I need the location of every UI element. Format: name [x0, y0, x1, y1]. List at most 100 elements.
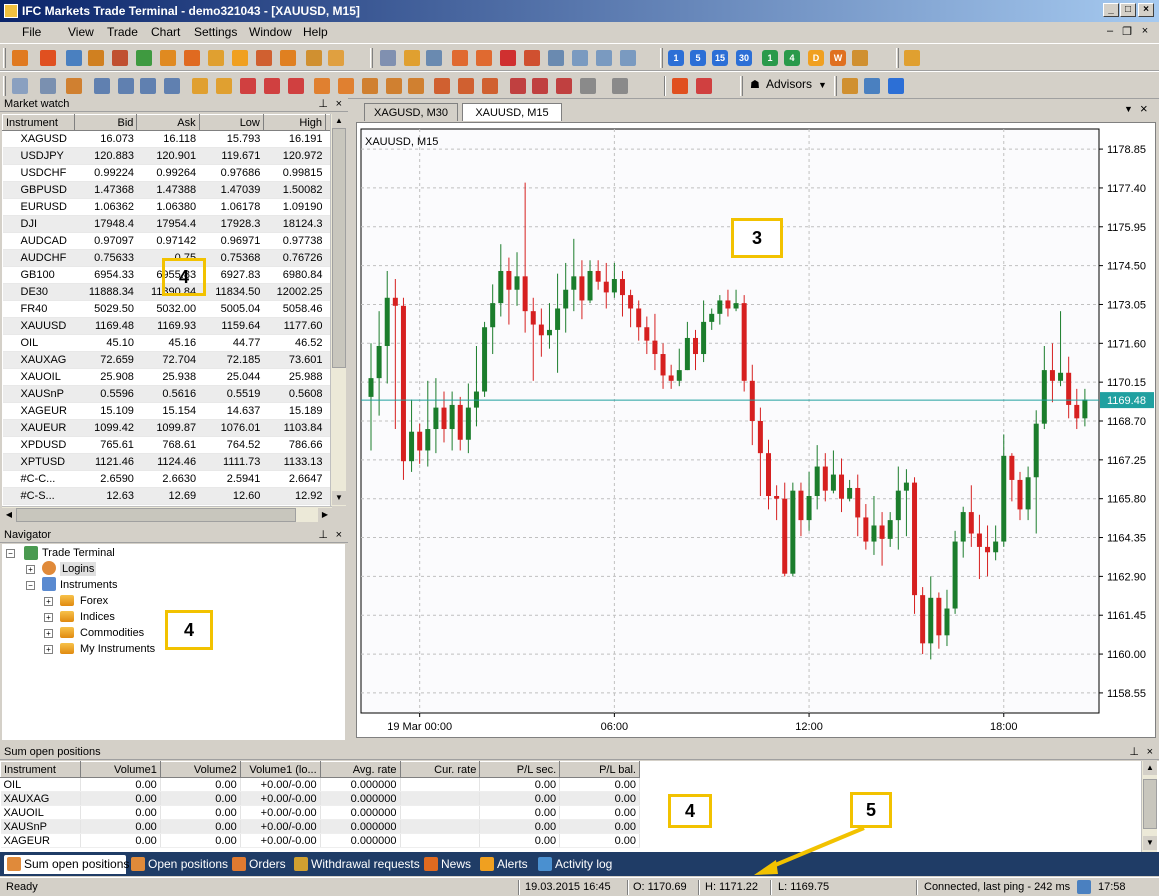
market-watch-col-header[interactable]: Bid [74, 114, 138, 131]
tab-withdrawal-requests[interactable]: Withdrawal requests [291, 855, 420, 874]
market-watch-row[interactable]: XAUSnP0.55960.56160.55190.560817:58 [2, 385, 345, 403]
positions-row[interactable]: XAUOIL 0.00 0.00 +0.00/-0.00 0.000000 0.00 0.0… [0, 805, 640, 820]
channel-icon[interactable] [192, 78, 208, 94]
line-chart-icon[interactable] [426, 50, 442, 66]
timeframe-w1-button[interactable]: W [830, 50, 846, 66]
toolbar-grip[interactable] [740, 76, 743, 96]
regression-icon[interactable] [216, 78, 232, 94]
toolbar-grip[interactable] [3, 48, 6, 68]
zoom-out-icon[interactable] [476, 50, 492, 66]
close-icon[interactable]: × [1147, 744, 1153, 760]
ray-icon[interactable] [118, 78, 134, 94]
mdi-close-icon[interactable]: × [1138, 25, 1152, 37]
market-watch-scrollbar-horizontal[interactable]: ◀ ▶ [2, 506, 332, 522]
gann-icon[interactable] [264, 78, 280, 94]
trade-icon[interactable] [184, 50, 200, 66]
menu-trade[interactable]: Trade [107, 25, 138, 39]
tab-open-positions[interactable]: Open positions [128, 855, 228, 874]
menu-help[interactable]: Help [303, 25, 328, 39]
expert-icon[interactable] [672, 78, 688, 94]
market-watch-row[interactable]: USDCHF0.992240.992640.976860.9981517:58 [2, 164, 345, 182]
print-icon[interactable] [864, 78, 880, 94]
collapse-icon[interactable]: − [6, 549, 15, 558]
fibo-icon[interactable] [288, 78, 304, 94]
angle-icon[interactable] [458, 78, 474, 94]
expand-icon[interactable]: + [44, 645, 53, 654]
timeframe-m5-button[interactable]: 5 [690, 50, 706, 66]
new-order-icon[interactable] [12, 50, 28, 66]
tree-logins[interactable]: Logins [60, 562, 97, 576]
pin-icon[interactable]: ⊥ [318, 96, 328, 112]
market-watch-row[interactable]: USDJPY120.883120.901119.671120.97217:58 [2, 147, 345, 165]
positions-row[interactable]: XAGEUR 0.00 0.00 +0.00/-0.00 0.000000 0.00 0.0… [0, 833, 640, 848]
toolbar-grip[interactable] [896, 48, 899, 68]
market-watch-row[interactable]: #C-S...12.6312.6912.6012.9217:58 [2, 487, 345, 505]
close-icon[interactable]: × [1140, 101, 1148, 116]
market-watch-row[interactable]: #C-C...2.65902.66302.59412.664717:58 [2, 470, 345, 488]
tree-indices[interactable]: Indices [80, 610, 115, 624]
market-watch-col-header[interactable]: Ask [136, 114, 200, 131]
chart-tab-xagusd[interactable]: XAGUSD, M30 [364, 103, 458, 121]
chevron-down-icon[interactable]: ▼ [818, 80, 827, 90]
mdi-minimize-icon[interactable]: – [1103, 25, 1117, 37]
tree-commodities[interactable]: Commodities [80, 626, 144, 640]
market-watch-row[interactable]: OIL45.1045.1644.7746.5217:58 [2, 334, 345, 352]
arrows-icon[interactable] [136, 50, 152, 66]
timeframe-h1-button[interactable]: 1 [762, 50, 778, 66]
tab-orders[interactable]: Orders [229, 855, 286, 874]
rectangle-icon[interactable] [510, 78, 526, 94]
tree-instruments[interactable]: Instruments [60, 578, 117, 592]
toolbar-grip[interactable] [370, 48, 373, 68]
timeframe-h4-button[interactable]: 4 [784, 50, 800, 66]
pin-icon[interactable]: ⊥ [1129, 744, 1139, 760]
period-icon[interactable] [572, 50, 588, 66]
market-watch-col-header[interactable]: High [262, 114, 327, 131]
menu-window[interactable]: Window [249, 25, 292, 39]
fibo-arc-icon[interactable] [362, 78, 378, 94]
tab-sum-open-positions[interactable]: Sum open positions [4, 855, 129, 874]
positions-col-header[interactable]: P/L bal. [559, 761, 640, 778]
scroll-right-icon[interactable]: ▶ [318, 508, 332, 522]
market-icon[interactable] [160, 50, 176, 66]
market-watch-row[interactable]: XAUUSD1169.481169.931159.641177.6017:58 [2, 317, 345, 335]
unlock-icon[interactable] [328, 50, 344, 66]
trendline-icon[interactable] [94, 78, 110, 94]
news-icon[interactable] [256, 50, 272, 66]
timeframe-mn-button[interactable] [852, 50, 868, 66]
expert-stop-icon[interactable] [696, 78, 712, 94]
tree-my-instruments[interactable]: My Instruments [80, 642, 155, 656]
horizontal-line-icon[interactable] [140, 78, 156, 94]
positions-col-header[interactable]: P/L sec. [479, 761, 561, 778]
scroll-left-icon[interactable]: ◀ [2, 508, 16, 522]
bar-chart-icon[interactable] [380, 50, 396, 66]
timeframe-m15-button[interactable]: 15 [712, 50, 728, 66]
tab-news[interactable]: News [421, 855, 471, 874]
mdi-restore-icon[interactable]: ❐ [1120, 25, 1134, 38]
alert-icon[interactable] [232, 50, 248, 66]
fibo-fan-icon[interactable] [338, 78, 354, 94]
market-watch-col-header[interactable]: Instrument [2, 114, 76, 131]
fibo-time-icon[interactable] [386, 78, 402, 94]
timeframe-d1-button[interactable]: D [808, 50, 824, 66]
minimize-button[interactable]: _ [1103, 3, 1119, 17]
template-icon[interactable] [524, 50, 540, 66]
instrument-icon[interactable] [112, 50, 128, 66]
close-button[interactable]: × [1138, 3, 1154, 17]
cursor-icon[interactable] [12, 78, 28, 94]
positions-row[interactable]: OIL 0.00 0.00 +0.00/-0.00 0.000000 0.00 0.00 [0, 777, 640, 792]
positions-col-header[interactable]: Volume1 [79, 761, 161, 778]
cycle-lines-icon[interactable] [408, 78, 424, 94]
candle-chart-icon[interactable] [404, 50, 420, 66]
menu-settings[interactable]: Settings [194, 25, 237, 39]
toolbar-grip[interactable] [3, 76, 6, 96]
positions-row[interactable]: XAUXAG 0.00 0.00 +0.00/-0.00 0.000000 0.00 0.0… [0, 791, 640, 806]
positions-col-header[interactable]: Instrument [0, 761, 81, 778]
market-watch-row[interactable]: EURUSD1.063621.063801.061781.0919017:58 [2, 198, 345, 216]
tab-alerts[interactable]: Alerts [477, 855, 528, 874]
scroll-down-icon[interactable]: ▼ [332, 491, 346, 505]
volume-icon[interactable] [620, 50, 636, 66]
crosshair-icon[interactable] [40, 78, 56, 94]
indicator-icon[interactable] [500, 50, 516, 66]
market-watch-row[interactable]: DJI17948.417954.417928.318124.317:58 [2, 215, 345, 233]
expand-icon[interactable]: + [44, 613, 53, 622]
